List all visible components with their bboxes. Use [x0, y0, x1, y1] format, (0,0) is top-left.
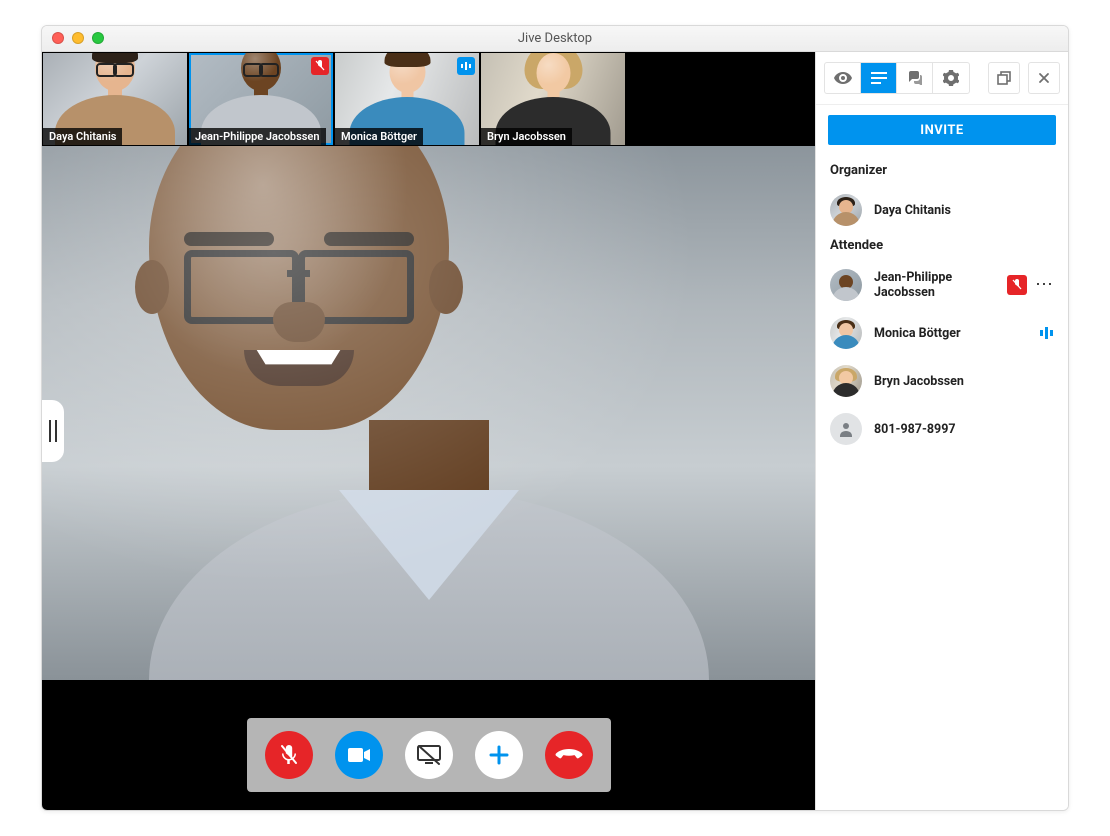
- more-options-button[interactable]: ⋯: [1035, 276, 1054, 294]
- participant-thumb[interactable]: Jean-Philippe Jacobssen: [189, 53, 333, 145]
- screenshare-button[interactable]: [405, 731, 453, 779]
- minimize-window[interactable]: [72, 32, 84, 44]
- sidebar-collapse-handle[interactable]: [42, 400, 64, 462]
- participant-thumb[interactable]: Bryn Jacobssen: [481, 53, 625, 145]
- tab-chat[interactable]: [897, 63, 933, 93]
- video-area: Daya Chitanis Jean-Philippe Jacobssen: [42, 52, 815, 810]
- attendee-row[interactable]: 801-987-8997: [816, 405, 1068, 453]
- organizer-row[interactable]: Daya Chitanis: [816, 186, 1068, 234]
- thumb-name: Jean-Philippe Jacobssen: [189, 128, 326, 145]
- zoom-window[interactable]: [92, 32, 104, 44]
- participant-name: Bryn Jacobssen: [874, 374, 964, 389]
- invite-button[interactable]: INVITE: [828, 115, 1056, 145]
- speaking-icon: [1040, 327, 1054, 339]
- avatar: [830, 194, 862, 226]
- popout-button[interactable]: [988, 62, 1020, 94]
- tab-settings[interactable]: [933, 63, 969, 93]
- attendee-row[interactable]: Jean-Philippe Jacobssen ⋯: [816, 261, 1068, 309]
- avatar: [830, 365, 862, 397]
- avatar: [830, 413, 862, 445]
- organizer-heading: Organizer: [816, 159, 1068, 186]
- window-controls: [52, 32, 104, 44]
- hangup-button[interactable]: [545, 731, 593, 779]
- tab-view[interactable]: [825, 63, 861, 93]
- speaking-badge-icon: [457, 57, 475, 75]
- close-panel-button[interactable]: [1028, 62, 1060, 94]
- participant-name: Jean-Philippe Jacobssen: [874, 270, 995, 300]
- thumb-name: Monica Böttger: [335, 128, 423, 145]
- panel-tabs: [824, 62, 970, 94]
- participant-name: Daya Chitanis: [874, 203, 951, 218]
- tab-participants[interactable]: [861, 63, 897, 93]
- person-icon: [838, 421, 854, 437]
- attendee-row[interactable]: Bryn Jacobssen: [816, 357, 1068, 405]
- avatar: [830, 269, 862, 301]
- call-controls: [247, 718, 611, 792]
- filmstrip: Daya Chitanis Jean-Philippe Jacobssen: [42, 52, 815, 146]
- camera-toggle-button[interactable]: [335, 731, 383, 779]
- close-window[interactable]: [52, 32, 64, 44]
- participant-thumb[interactable]: Daya Chitanis: [43, 53, 187, 145]
- panel-toolbar: [816, 52, 1068, 105]
- muted-icon: [1007, 275, 1027, 295]
- attendee-heading: Attendee: [816, 234, 1068, 261]
- muted-badge-icon: [311, 57, 329, 75]
- window-title: Jive Desktop: [518, 31, 592, 46]
- active-speaker-video: [42, 146, 815, 680]
- participants-panel: INVITE Organizer Daya Chitanis Attendee …: [815, 52, 1068, 810]
- thumb-name: Daya Chitanis: [43, 128, 122, 145]
- participant-thumb[interactable]: Monica Böttger: [335, 53, 479, 145]
- mic-toggle-button[interactable]: [265, 731, 313, 779]
- participant-name: 801-987-8997: [874, 422, 956, 437]
- avatar: [830, 317, 862, 349]
- active-speaker-avatar: [149, 146, 709, 680]
- thumb-name: Bryn Jacobssen: [481, 128, 572, 145]
- title-bar: Jive Desktop: [42, 26, 1068, 52]
- app-window: Jive Desktop Daya Chitanis: [41, 25, 1069, 811]
- participant-name: Monica Böttger: [874, 326, 961, 341]
- add-participant-button[interactable]: [475, 731, 523, 779]
- attendee-row[interactable]: Monica Böttger: [816, 309, 1068, 357]
